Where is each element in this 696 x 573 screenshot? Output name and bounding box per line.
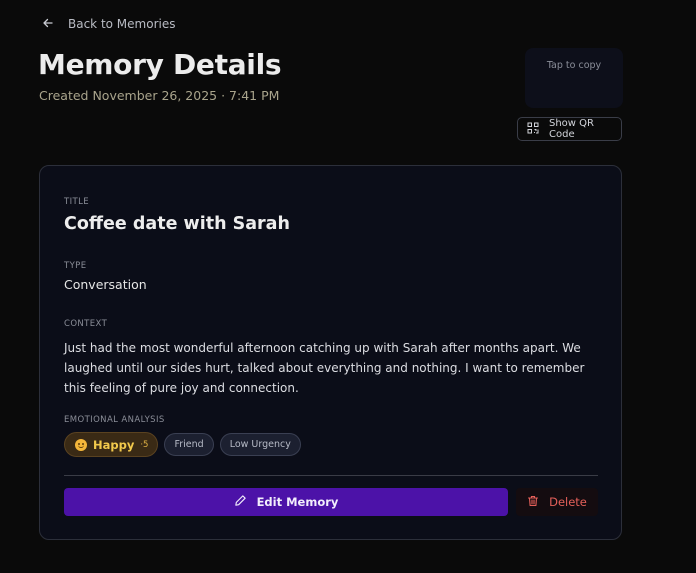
trash-icon [527, 495, 539, 510]
show-qr-code-button[interactable]: Show QR Code [517, 117, 622, 141]
copy-hint: Tap to copy [546, 60, 602, 71]
created-timestamp: Created November 26, 2025 · 7:41 PM [39, 88, 280, 103]
memory-context: Just had the most wonderful afternoon ca… [64, 341, 585, 395]
emotion-tags: Happy ·5 Friend Low Urgency [64, 432, 301, 457]
tag-urgency: Low Urgency [219, 433, 301, 456]
delete-button[interactable]: Delete [516, 488, 598, 516]
arrow-left-icon [42, 17, 54, 32]
memory-details-page: Back to Memories Memory Details Created … [0, 0, 696, 573]
emotion-intensity: ·5 [140, 439, 149, 450]
edit-memory-label: Edit Memory [256, 495, 339, 509]
qr-code-icon [527, 122, 539, 137]
type-label: Type [64, 261, 87, 271]
edit-memory-button[interactable]: Edit Memory [64, 488, 508, 516]
context-label: Context [64, 319, 108, 329]
pencil-icon [234, 494, 247, 510]
divider [64, 475, 598, 476]
memory-type: Conversation [64, 277, 147, 292]
emotion-label: Happy [93, 437, 135, 452]
back-link-label: Back to Memories [68, 17, 176, 31]
delete-label: Delete [549, 495, 587, 509]
back-link[interactable]: Back to Memories [42, 14, 175, 34]
page-title: Memory Details [38, 48, 282, 81]
title-label: Title [64, 197, 89, 207]
happy-emoji-icon [75, 438, 87, 451]
copy-box[interactable]: Tap to copy [525, 48, 623, 108]
emotion-tag-happy: Happy ·5 [64, 432, 159, 457]
emotional-analysis-label: Emotional Analysis [64, 415, 165, 425]
tag-relationship: Friend [164, 433, 214, 456]
memory-card: Title Coffee date with Sarah Type Conver… [39, 165, 622, 540]
qr-button-label: Show QR Code [549, 118, 594, 140]
memory-title: Coffee date with Sarah [64, 214, 290, 234]
